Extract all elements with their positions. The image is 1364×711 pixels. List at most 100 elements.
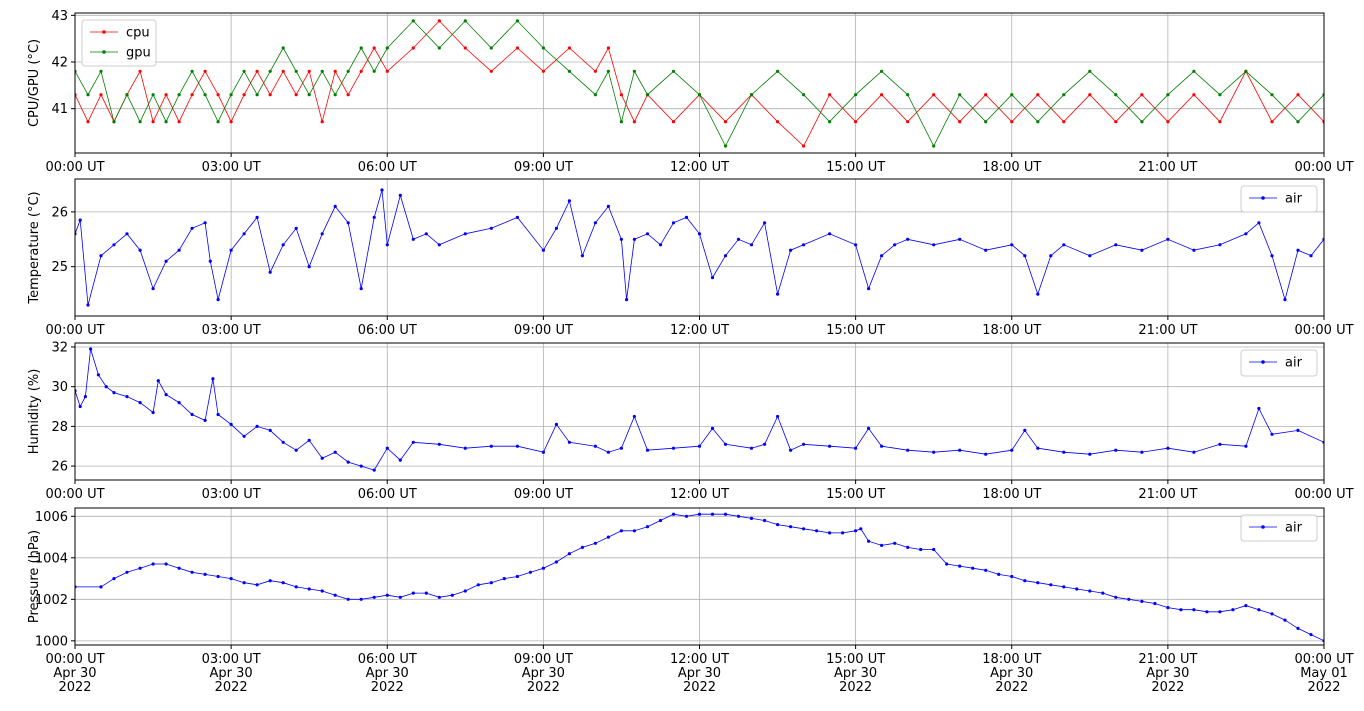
data-point xyxy=(749,93,754,97)
data-point xyxy=(281,46,285,50)
data-point xyxy=(671,512,676,516)
data-point xyxy=(1036,93,1040,97)
data-point xyxy=(867,539,871,543)
data-point xyxy=(1114,243,1118,247)
data-point xyxy=(242,69,246,73)
x-tick-label: 21:00 UT xyxy=(1138,160,1197,175)
data-point xyxy=(528,570,533,574)
data-point xyxy=(1218,610,1222,614)
data-point xyxy=(984,568,988,572)
data-point xyxy=(1244,232,1248,236)
data-point xyxy=(151,410,155,415)
data-point xyxy=(346,69,350,73)
data-point xyxy=(606,204,611,208)
data-point xyxy=(164,259,168,263)
y-axis-label: Pressure (hPa) xyxy=(27,530,42,623)
data-point xyxy=(203,418,207,422)
data-point xyxy=(541,46,546,50)
y-axis-label: Humidity (%) xyxy=(27,369,42,455)
data-point xyxy=(854,243,858,247)
data-point xyxy=(476,583,480,587)
data-point xyxy=(854,120,858,124)
y-tick-label: 43 xyxy=(51,9,68,24)
data-point xyxy=(307,587,311,591)
data-point xyxy=(958,120,962,124)
data-point xyxy=(190,93,194,97)
data-point xyxy=(815,529,819,533)
x-tick-label: 15:00 UT xyxy=(826,160,885,175)
data-point xyxy=(984,452,988,456)
data-point xyxy=(164,120,168,124)
data-point xyxy=(268,428,272,432)
y-axis-label: CPU/GPU (°C) xyxy=(27,39,42,127)
data-point xyxy=(1140,120,1144,124)
data-point xyxy=(880,69,884,73)
chart-panel-temperature: 25 26 00:00 UT 03:00 UT 06:00 UT 09:00 UT 12:0… xyxy=(27,178,1354,338)
data-point xyxy=(463,19,467,23)
data-point xyxy=(1270,120,1274,124)
x-tick-label: 12:00 UT xyxy=(670,323,729,338)
data-point xyxy=(398,595,402,599)
x-tick-label: 18:00 UT xyxy=(982,323,1041,338)
data-point xyxy=(802,144,806,148)
data-point xyxy=(255,93,259,97)
data-point xyxy=(359,46,363,50)
x-tick-label: 15:00 UT xyxy=(826,487,885,502)
data-point xyxy=(216,93,220,97)
data-point xyxy=(1166,120,1170,124)
data-point xyxy=(99,93,103,97)
data-point xyxy=(151,93,155,97)
x-tick-label: 06:00 UT xyxy=(358,487,417,502)
data-point xyxy=(359,464,363,468)
x-tick-label: 15:00 UT Apr 30 2022 xyxy=(826,652,885,695)
data-point xyxy=(906,93,910,97)
data-point xyxy=(1062,450,1066,454)
data-point xyxy=(632,237,637,241)
data-point xyxy=(1010,243,1014,247)
data-point xyxy=(958,237,962,241)
data-point xyxy=(619,93,624,97)
data-point xyxy=(515,444,520,448)
y-tick-label: 26 xyxy=(51,460,68,475)
data-point xyxy=(1075,587,1079,591)
legend-marker xyxy=(1261,360,1265,364)
data-point xyxy=(880,254,884,258)
data-point xyxy=(463,46,467,50)
y-tick-label: 28 xyxy=(51,420,68,435)
data-point xyxy=(281,243,285,247)
data-point xyxy=(86,93,90,97)
legend: air xyxy=(1240,514,1318,542)
data-point xyxy=(593,221,598,225)
data-point xyxy=(828,93,832,97)
chart-panel-pressure: 100010021004100600:00 UT Apr 30 202203:00 … xyxy=(27,507,1354,695)
data-point xyxy=(437,243,441,247)
data-point xyxy=(567,199,572,203)
data-point xyxy=(164,93,168,97)
data-point xyxy=(242,434,246,438)
data-point xyxy=(489,69,493,73)
x-tick-label: 00:00 UT xyxy=(45,487,104,502)
data-point xyxy=(906,120,910,124)
data-point xyxy=(1296,93,1300,97)
data-point xyxy=(841,531,845,535)
data-point xyxy=(932,93,936,97)
data-point xyxy=(203,69,207,73)
data-point xyxy=(489,226,493,230)
data-point xyxy=(776,292,780,296)
data-point xyxy=(1023,254,1027,258)
data-point xyxy=(112,120,116,124)
data-point xyxy=(619,529,624,533)
data-point xyxy=(320,589,324,593)
data-point xyxy=(802,442,806,446)
data-point xyxy=(880,93,884,97)
y-tick-label: 26 xyxy=(51,205,68,220)
data-point xyxy=(567,552,572,556)
data-point xyxy=(1179,608,1183,612)
data-point xyxy=(776,414,780,419)
data-point xyxy=(554,560,559,564)
data-point xyxy=(763,221,767,225)
data-point xyxy=(749,516,754,521)
data-point xyxy=(1140,93,1144,97)
data-point xyxy=(1140,450,1144,454)
data-point xyxy=(541,69,546,73)
